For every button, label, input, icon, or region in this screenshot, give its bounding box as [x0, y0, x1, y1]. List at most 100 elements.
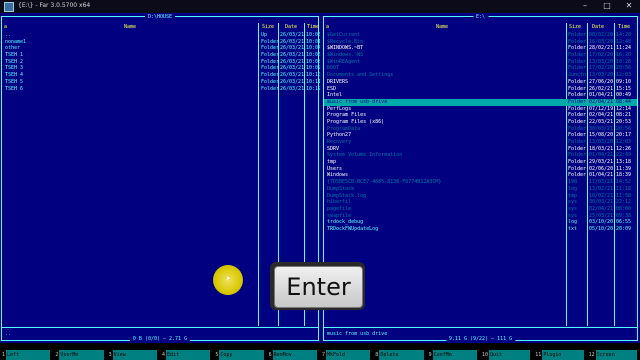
file-row[interactable]: trdock_debug log 03/10/20 06:55 — [324, 219, 637, 226]
right-header-name[interactable]: Name — [436, 24, 448, 31]
file-row[interactable]: Windows Folder 01/04/21 18:39 — [324, 172, 637, 179]
fkey-label: Copy — [219, 350, 264, 360]
file-date: 26/03/21 — [280, 72, 304, 79]
file-size: Folder — [568, 45, 586, 52]
file-row[interactable]: TSEH 6 Folder 26/03/21 10:12 — [2, 85, 320, 93]
file-row[interactable]: $GetCurrent Folder 08/02/20 14:20 — [324, 32, 637, 39]
file-size: Folder — [568, 125, 586, 132]
file-size: Folder — [568, 38, 586, 45]
fkey-number: 12 — [588, 352, 595, 358]
file-row[interactable]: ProgramData Folder 30/03/21 20:56 — [324, 126, 637, 133]
file-size: Folder — [568, 58, 586, 65]
file-row[interactable]: Program Files Folder 02/04/21 08:21 — [324, 112, 637, 119]
file-row[interactable]: TRDockFWUpdateLog txt 05/10/20 20:09 — [324, 226, 637, 233]
maximize-icon[interactable]: □ — [596, 2, 618, 10]
file-date: 26/03/21 — [280, 38, 304, 45]
file-date: 13/03/20 — [589, 72, 614, 79]
file-time: 10:03 — [306, 32, 320, 38]
file-row[interactable]: TSEH 3 Folder 26/03/21 10:09 — [2, 65, 320, 72]
right-file-panel[interactable]: E:\ a Name Size Date Time $GetCurrent Fol… — [323, 14, 638, 343]
file-size: Up — [261, 32, 268, 38]
file-name: swapfile — [327, 212, 352, 219]
file-row[interactable]: DRIVERS Folder 27/06/20 09:10 — [324, 79, 637, 86]
fkey-usermn[interactable]: 2 UserMn — [53, 350, 106, 360]
file-date: 26/03/21 — [280, 58, 304, 65]
fkey-plugin[interactable]: 11 Plugin — [533, 350, 586, 360]
file-row[interactable]: $WinREAgent Folder 13/03/20 10:28 — [324, 59, 637, 66]
file-size: Folder — [568, 112, 586, 119]
file-size: Folder — [568, 145, 586, 152]
file-row[interactable]: Users Folder 02/06/20 11:39 — [324, 166, 637, 173]
file-size: Folder — [568, 85, 586, 92]
file-row[interactable]: Recovery Folder 13/03/20 12:03 — [324, 139, 637, 146]
file-time: 20:56 — [616, 65, 632, 72]
file-row[interactable]: Documents and Settings Junctn 13/03/20 12:0… — [324, 72, 637, 79]
right-header-size[interactable]: Size — [569, 24, 581, 31]
file-row[interactable]: SDRV Folder 18/03/21 12:26 — [324, 146, 637, 153]
fkey-label: MkFold — [325, 350, 371, 360]
enter-key-overlay: Enter — [270, 262, 365, 310]
window-title: {E:\} - Far 3.0.5700 x64 — [18, 2, 91, 10]
left-sort-indicator: a — [4, 24, 8, 30]
file-row[interactable]: other Folder 26/03/21 10:04 — [2, 45, 320, 52]
file-size: Folder — [568, 78, 586, 85]
minimize-icon[interactable]: – — [574, 2, 596, 10]
file-name: $GetCurrent — [327, 32, 361, 38]
file-row[interactable]: DumpStack.log tmp 18/02/21 11:58 — [324, 193, 637, 200]
fkey-renmov[interactable]: 6 RenMov — [267, 350, 320, 360]
file-size: Folder — [261, 78, 278, 85]
file-row[interactable]: $Windows.~WS Folder 17/02/20 16:20 — [324, 52, 637, 59]
file-row[interactable]: TSEH 1 Folder 26/03/21 10:06 — [2, 52, 320, 59]
left-header-size[interactable]: Size — [262, 24, 274, 31]
file-size: Junctn — [568, 72, 586, 79]
file-size: txt — [568, 225, 578, 232]
file-row[interactable]: noname1 Folder 26/03/21 10:01 — [2, 38, 320, 46]
file-row[interactable]: System Volume Information Folder 01/04/21 2… — [324, 152, 637, 159]
file-row[interactable]: music from usb drive Folder 02/04/21 08:44 — [324, 98, 637, 106]
file-row[interactable]: Intel Folder 01/04/21 00:49 — [324, 92, 637, 99]
fkey-view[interactable]: 3 View — [107, 350, 160, 360]
fkey-label: Plugin — [542, 350, 584, 360]
left-header-time[interactable]: Time — [307, 24, 319, 31]
fkey-screen[interactable]: 12 Screen — [587, 350, 640, 360]
file-row[interactable]: TSEH 5 Folder 26/03/21 10:11 — [2, 78, 320, 86]
right-header-time[interactable]: Time — [618, 24, 630, 31]
title-bar: {E:\} - Far 3.0.5700 x64 – □ ✕ — [0, 0, 640, 13]
file-row[interactable]: Python27 Folder 15/08/20 20:17 — [324, 132, 637, 139]
fkey-copy[interactable]: 5 Copy — [213, 350, 266, 360]
file-row[interactable]: DumpStack log 13/02/21 11:18 — [324, 186, 637, 193]
file-row[interactable]: Program Files (x86) Folder 22/03/21 20:53 — [324, 119, 637, 126]
file-time: 20:09 — [616, 225, 632, 232]
file-row[interactable]: tmp Folder 29/03/21 13:18 — [324, 159, 637, 166]
file-row[interactable]: BOOT Folder 17/02/20 20:56 — [324, 65, 637, 72]
left-header-date[interactable]: Date — [285, 24, 297, 31]
file-row[interactable]: $Recycle.Bin Folder 16/03/20 12:48 — [324, 39, 637, 46]
fkey-quit[interactable]: 10 Quit — [480, 350, 533, 360]
fkey-left[interactable]: 1 Left — [0, 350, 53, 360]
left-header-name[interactable]: Name — [124, 24, 136, 31]
file-size: Folder — [261, 72, 278, 79]
file-row[interactable]: ESD Folder 26/02/21 15:15 — [324, 86, 637, 93]
fkey-edit[interactable]: 4 Edit — [160, 350, 213, 360]
close-icon[interactable]: ✕ — [618, 2, 640, 10]
file-row[interactable]: .. Up 26/03/21 10:03 — [2, 32, 320, 39]
file-row[interactable]: PerfLogs Folder 07/12/19 12:14 — [324, 106, 637, 113]
fkey-delete[interactable]: 8 Delete — [373, 350, 426, 360]
file-name: TSEH 5 — [5, 78, 24, 85]
file-date: 01/04/21 — [589, 92, 614, 99]
file-row[interactable]: swapfile sys 25/03/21 09:38 — [324, 213, 637, 220]
file-size: Folder — [261, 38, 278, 45]
file-row[interactable]: TSEH 4 Folder 26/03/21 10:10 — [2, 72, 320, 79]
command-line[interactable] — [0, 343, 640, 350]
file-date: 01/04/21 — [589, 172, 614, 179]
right-header-date[interactable]: Date — [592, 24, 604, 31]
file-row[interactable]: $WINDOWS.~BT Folder 28/02/21 11:24 — [324, 45, 637, 52]
file-row[interactable]: pagefile sys 02/04/21 08:00 — [324, 206, 637, 213]
fkey-mkfold[interactable]: 7 MkFold — [320, 350, 373, 360]
file-row[interactable]: TSEH 2 Folder 26/03/21 10:08 — [2, 58, 320, 66]
file-size: log — [568, 185, 578, 192]
fkey-confmn[interactable]: 9 ConfMn — [427, 350, 480, 360]
file-size: Folder — [261, 85, 278, 92]
file-row[interactable]: hiberfil sys 30/03/21 22:12 — [324, 199, 637, 206]
file-row[interactable]: {7D5BE5CB-BCE7-4685-8136-F0774B12A3CM} 19… — [324, 179, 637, 186]
